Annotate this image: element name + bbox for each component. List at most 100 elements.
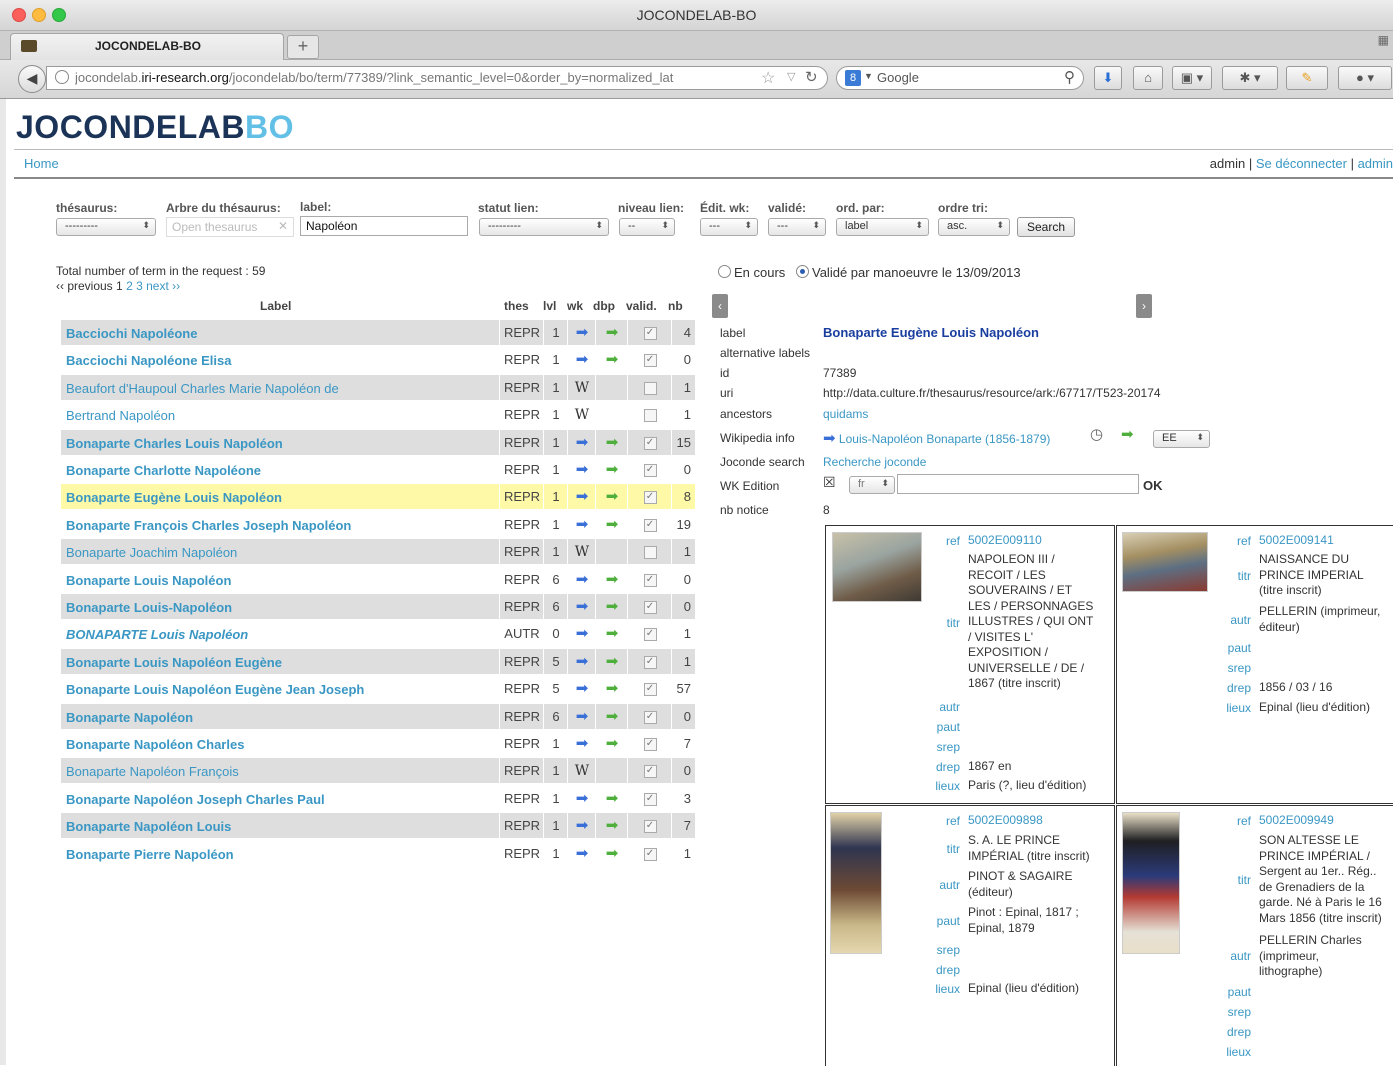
term-dbp[interactable] xyxy=(595,402,628,428)
col-lvl[interactable]: lvl xyxy=(543,299,556,313)
valid-checkbox[interactable]: ✓ xyxy=(643,820,657,834)
radio-en-cours[interactable] xyxy=(718,265,731,278)
valid-checkbox[interactable] xyxy=(643,409,657,423)
term-label-link[interactable]: Bonaparte François Charles Joseph Napolé… xyxy=(66,518,351,533)
term-label-link[interactable]: Bonaparte Napoléon xyxy=(66,710,193,725)
term-label-link[interactable]: Bonaparte Louis Napoléon xyxy=(66,573,231,588)
new-tab-button[interactable]: + xyxy=(287,35,319,59)
term-wk[interactable]: ➡ xyxy=(567,731,596,756)
wikipedia-arrow-icon[interactable]: ➡ xyxy=(576,488,589,505)
wiki-link[interactable]: Louis-Napoléon Bonaparte (1856-1879) xyxy=(839,432,1050,446)
wikipedia-arrow-icon[interactable]: ➡ xyxy=(576,461,589,478)
page-2[interactable]: 2 xyxy=(126,279,133,293)
term-valid[interactable]: ✓ xyxy=(627,484,672,510)
notice-ref[interactable]: 5002E009110 xyxy=(968,533,1042,549)
wikipedia-icon[interactable]: W xyxy=(575,380,589,396)
valid-checkbox[interactable]: ✓ xyxy=(643,765,657,779)
term-label-link[interactable]: Bonaparte Napoléon Joseph Charles Paul xyxy=(66,792,325,807)
notice-ref[interactable]: 5002E009898 xyxy=(968,813,1043,829)
term-dbp[interactable]: ➡ xyxy=(595,731,628,756)
dbpedia-arrow-icon[interactable]: ➡ xyxy=(606,351,619,368)
dbpedia-arrow-icon[interactable]: ➡ xyxy=(606,625,619,642)
term-label-link[interactable]: Bonaparte Louis-Napoléon xyxy=(66,600,232,615)
wkedit-checkbox[interactable]: ☒ xyxy=(823,474,836,491)
col-label[interactable]: Label xyxy=(260,299,291,313)
term-valid[interactable]: ✓ xyxy=(627,731,672,756)
valid-checkbox[interactable]: ✓ xyxy=(643,327,657,341)
term-label-link[interactable]: Bonaparte Napoléon Charles xyxy=(66,737,244,752)
term-wk[interactable]: W xyxy=(567,402,596,428)
notice-ref[interactable]: 5002E009141 xyxy=(1259,533,1334,549)
pager-previous[interactable]: ‹‹ previous xyxy=(56,279,113,293)
term-dbp[interactable]: ➡ xyxy=(595,511,628,537)
wikipedia-arrow-icon[interactable]: ➡ xyxy=(576,324,589,341)
valid-checkbox[interactable]: ✓ xyxy=(643,491,657,505)
wkedit-ok-button[interactable]: OK xyxy=(1143,478,1163,493)
table-row[interactable]: BONAPARTE Louis Napoléon AUTR 0 ➡ ➡ ✓ 1 xyxy=(61,621,695,647)
term-wk[interactable]: W xyxy=(567,758,596,784)
term-dbp[interactable]: ➡ xyxy=(595,840,628,866)
term-dbp[interactable]: ➡ xyxy=(595,648,628,674)
term-wk[interactable]: ➡ xyxy=(567,621,596,647)
previous-term-arrow-icon[interactable]: ‹ xyxy=(712,294,728,318)
bookmark-star-icon[interactable]: ☆ xyxy=(761,68,775,88)
term-label-link[interactable]: Bacciochi Napoléone xyxy=(66,326,197,341)
term-valid[interactable]: ✓ xyxy=(627,648,672,674)
tab-list-icon[interactable]: ▦ xyxy=(1378,33,1389,47)
term-label-link[interactable]: Bonaparte Charlotte Napoléone xyxy=(66,463,261,478)
table-row[interactable]: Bonaparte Louis Napoléon REPR 6 ➡ ➡ ✓ 0 xyxy=(61,566,695,592)
term-dbp[interactable] xyxy=(595,539,628,565)
notice-thumbnail[interactable] xyxy=(832,532,922,602)
term-wk[interactable]: ➡ xyxy=(567,594,596,619)
dbpedia-arrow-icon[interactable]: ➡ xyxy=(606,790,619,807)
addon-button[interactable]: ✱ ▾ xyxy=(1222,66,1278,90)
valid-checkbox[interactable]: ✓ xyxy=(643,354,657,368)
screenshot-button[interactable]: ▣ ▾ xyxy=(1172,66,1212,90)
table-row[interactable]: Beaufort d'Haupoul Charles Marie Napoléo… xyxy=(61,374,695,400)
term-dbp[interactable]: ➡ xyxy=(595,457,628,482)
term-valid[interactable]: ✓ xyxy=(627,785,672,811)
col-dbp[interactable]: dbp xyxy=(593,299,615,313)
wkedit-input[interactable] xyxy=(897,474,1139,494)
valid-checkbox[interactable]: ✓ xyxy=(643,847,657,861)
home-button[interactable]: ⌂ xyxy=(1133,66,1163,90)
open-thesaurus-input[interactable]: Open thesaurus ✕ xyxy=(166,217,294,237)
dbpedia-arrow-icon[interactable]: ➡ xyxy=(606,653,619,670)
dbpedia-arrow-icon[interactable]: ➡ xyxy=(606,571,619,588)
valid-checkbox[interactable]: ✓ xyxy=(643,738,657,752)
dbpedia-arrow-icon[interactable]: ➡ xyxy=(606,516,619,533)
col-thes[interactable]: thes xyxy=(504,299,529,313)
admin-link[interactable]: admin xyxy=(1358,156,1393,171)
reload-icon[interactable]: ↻ xyxy=(805,68,818,86)
wikipedia-icon[interactable]: W xyxy=(575,763,589,779)
wikipedia-arrow-icon[interactable]: ➡ xyxy=(576,790,589,807)
term-valid[interactable]: ✓ xyxy=(627,320,672,345)
term-dbp[interactable] xyxy=(595,758,628,784)
statut-select[interactable]: --------- ⬍ xyxy=(479,218,609,236)
wikipedia-arrow-icon[interactable]: ➡ xyxy=(576,625,589,642)
term-valid[interactable]: ✓ xyxy=(627,621,672,647)
term-label-link[interactable]: Bonaparte Napoléon Louis xyxy=(66,819,231,834)
radio-valide[interactable] xyxy=(796,265,809,278)
search-button[interactable]: Search xyxy=(1017,217,1075,237)
term-wk[interactable]: ➡ xyxy=(567,511,596,537)
term-wk[interactable]: W xyxy=(567,539,596,565)
term-wk[interactable]: ➡ xyxy=(567,484,596,510)
valid-checkbox[interactable]: ✓ xyxy=(643,518,657,532)
valid-checkbox[interactable]: ✓ xyxy=(643,792,657,806)
wiki-level-select[interactable]: EE ⬍ xyxy=(1153,430,1210,448)
url-text[interactable]: jocondelab.iri-research.org/jocondelab/b… xyxy=(75,70,765,85)
url-bar[interactable]: jocondelab.iri-research.org/jocondelab/b… xyxy=(46,66,828,90)
valid-checkbox[interactable] xyxy=(643,546,657,560)
term-valid[interactable]: ✓ xyxy=(627,347,672,373)
dbpedia-arrow-icon[interactable]: ➡ xyxy=(606,708,619,725)
term-valid[interactable]: ✓ xyxy=(627,676,672,702)
page-3[interactable]: 3 xyxy=(136,279,143,293)
term-wk[interactable]: ➡ xyxy=(567,785,596,811)
history-dropdown-icon[interactable]: ▽ xyxy=(787,70,795,83)
dbpedia-arrow-icon[interactable]: ➡ xyxy=(606,488,619,505)
wikipedia-arrow-icon[interactable]: ➡ xyxy=(576,571,589,588)
term-valid[interactable]: ✓ xyxy=(627,511,672,537)
next-term-arrow-icon[interactable]: › xyxy=(1136,294,1152,318)
table-row[interactable]: Bonaparte Louis-Napoléon REPR 6 ➡ ➡ ✓ 0 xyxy=(61,594,695,619)
